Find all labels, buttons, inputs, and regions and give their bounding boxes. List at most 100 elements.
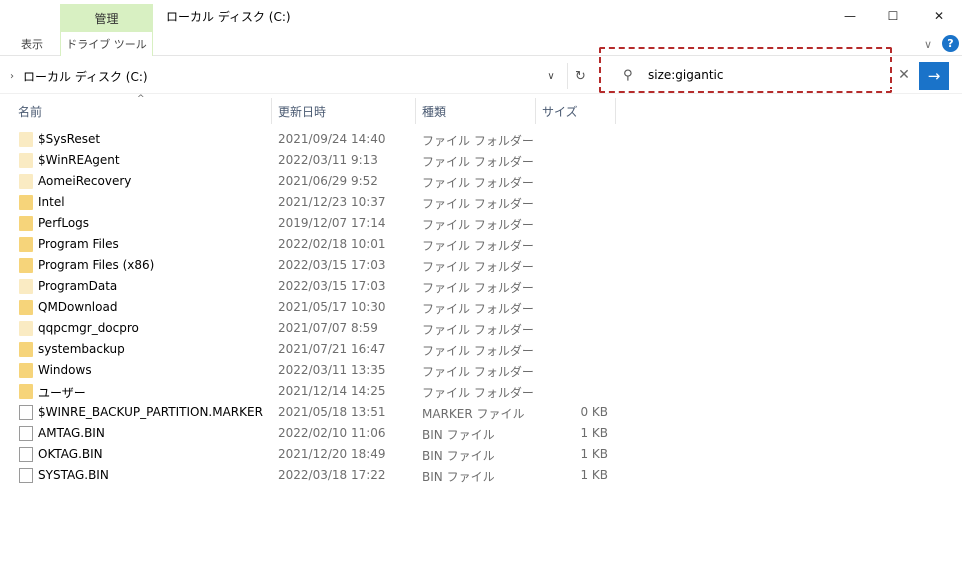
file-name: qqpcmgr_docpro bbox=[38, 321, 139, 335]
file-row[interactable]: Intel 2021/12/23 10:37 ファイル フォルダー bbox=[0, 192, 962, 213]
folder-icon bbox=[19, 363, 33, 378]
file-icon bbox=[19, 405, 33, 420]
file-date: 2022/03/11 13:35 bbox=[278, 363, 386, 377]
tab-manage[interactable]: 管理 bbox=[60, 4, 153, 32]
tab-view[interactable]: 表示 bbox=[10, 32, 54, 56]
file-type: MARKER ファイル bbox=[422, 407, 525, 421]
file-date: 2022/02/10 11:06 bbox=[278, 426, 386, 440]
column-separator[interactable] bbox=[535, 98, 536, 124]
column-header-size[interactable]: サイズ bbox=[542, 100, 612, 122]
file-row[interactable]: systembackup 2021/07/21 16:47 ファイル フォルダー bbox=[0, 339, 962, 360]
search-go-button[interactable]: → bbox=[919, 62, 949, 90]
file-name: Intel bbox=[38, 195, 65, 209]
file-row[interactable]: ProgramData 2022/03/15 17:03 ファイル フォルダー bbox=[0, 276, 962, 297]
file-type: BIN ファイル bbox=[422, 470, 495, 484]
file-name: QMDownload bbox=[38, 300, 118, 314]
folder-icon bbox=[19, 174, 33, 189]
file-date: 2022/02/18 10:01 bbox=[278, 237, 386, 251]
file-size: 0 KB bbox=[580, 405, 608, 419]
file-date: 2021/06/29 9:52 bbox=[278, 174, 378, 188]
file-name: systembackup bbox=[38, 342, 125, 356]
file-date: 2021/12/14 14:25 bbox=[278, 384, 386, 398]
folder-icon bbox=[19, 279, 33, 294]
address-path[interactable]: ローカル ディスク (C:) bbox=[23, 68, 148, 85]
file-date: 2021/12/23 10:37 bbox=[278, 195, 386, 209]
file-row[interactable]: qqpcmgr_docpro 2021/07/07 8:59 ファイル フォルダー bbox=[0, 318, 962, 339]
file-type: ファイル フォルダー bbox=[422, 218, 534, 232]
window-title: ローカル ディスク (C:) bbox=[166, 10, 291, 24]
file-row[interactable]: PerfLogs 2019/12/07 17:14 ファイル フォルダー bbox=[0, 213, 962, 234]
file-row[interactable]: Windows 2022/03/11 13:35 ファイル フォルダー bbox=[0, 360, 962, 381]
ribbon-expand-icon[interactable]: ∨ bbox=[920, 36, 936, 52]
close-button[interactable]: ✕ bbox=[916, 0, 962, 32]
file-type: ファイル フォルダー bbox=[422, 197, 534, 211]
file-name: $WINRE_BACKUP_PARTITION.MARKER bbox=[38, 405, 263, 419]
column-separator[interactable] bbox=[271, 98, 272, 124]
maximize-button[interactable]: ☐ bbox=[870, 0, 916, 32]
folder-icon bbox=[19, 237, 33, 252]
file-date: 2021/07/21 16:47 bbox=[278, 342, 386, 356]
file-row[interactable]: Program Files 2022/02/18 10:01 ファイル フォルダー bbox=[0, 234, 962, 255]
file-row[interactable]: QMDownload 2021/05/17 10:30 ファイル フォルダー bbox=[0, 297, 962, 318]
file-date: 2022/03/11 9:13 bbox=[278, 153, 378, 167]
file-name: Windows bbox=[38, 363, 92, 377]
file-type: ファイル フォルダー bbox=[422, 134, 534, 148]
file-date: 2019/12/07 17:14 bbox=[278, 216, 386, 230]
file-date: 2021/05/17 10:30 bbox=[278, 300, 386, 314]
tab-drive-tools[interactable]: ドライブ ツール bbox=[60, 32, 153, 56]
clear-search-icon[interactable]: ✕ bbox=[894, 65, 914, 85]
folder-icon bbox=[19, 342, 33, 357]
file-size: 1 KB bbox=[580, 447, 608, 461]
chevron-down-icon[interactable]: ∨ bbox=[542, 67, 560, 85]
file-date: 2021/12/20 18:49 bbox=[278, 447, 386, 461]
column-separator[interactable] bbox=[615, 98, 616, 124]
file-row[interactable]: AMTAG.BIN 2022/02/10 11:06 BIN ファイル 1 KB bbox=[0, 423, 962, 444]
file-type: ファイル フォルダー bbox=[422, 155, 534, 169]
file-row[interactable]: $SysReset 2021/09/24 14:40 ファイル フォルダー bbox=[0, 129, 962, 150]
file-name: PerfLogs bbox=[38, 216, 90, 230]
file-date: 2022/03/18 17:22 bbox=[278, 468, 386, 482]
file-row[interactable]: ユーザー 2021/12/14 14:25 ファイル フォルダー bbox=[0, 381, 962, 402]
file-type: ファイル フォルダー bbox=[422, 323, 534, 337]
file-type: ファイル フォルダー bbox=[422, 302, 534, 316]
search-input[interactable] bbox=[648, 66, 888, 84]
file-date: 2021/09/24 14:40 bbox=[278, 132, 386, 146]
folder-icon bbox=[19, 132, 33, 147]
file-type: ファイル フォルダー bbox=[422, 365, 534, 379]
file-type: ファイル フォルダー bbox=[422, 281, 534, 295]
file-size: 1 KB bbox=[580, 426, 608, 440]
file-row[interactable]: $WINRE_BACKUP_PARTITION.MARKER 2021/05/18… bbox=[0, 402, 962, 423]
file-type: ファイル フォルダー bbox=[422, 176, 534, 190]
column-header-name[interactable]: 名前 bbox=[18, 100, 268, 122]
address-bar[interactable]: › ローカル ディスク (C:) bbox=[2, 63, 565, 89]
chevron-right-icon[interactable]: › bbox=[3, 71, 21, 82]
file-type: BIN ファイル bbox=[422, 449, 495, 463]
file-row[interactable]: SYSTAG.BIN 2022/03/18 17:22 BIN ファイル 1 KB bbox=[0, 465, 962, 486]
file-name: ProgramData bbox=[38, 279, 118, 293]
refresh-icon[interactable]: ↻ bbox=[567, 63, 593, 89]
minimize-button[interactable]: — bbox=[827, 0, 873, 32]
file-type: ファイル フォルダー bbox=[422, 239, 534, 253]
file-type: ファイル フォルダー bbox=[422, 386, 534, 400]
file-name: SYSTAG.BIN bbox=[38, 468, 109, 482]
file-row[interactable]: OKTAG.BIN 2021/12/20 18:49 BIN ファイル 1 KB bbox=[0, 444, 962, 465]
column-separator[interactable] bbox=[415, 98, 416, 124]
folder-icon bbox=[19, 195, 33, 210]
search-icon: ⚲ bbox=[623, 67, 633, 83]
file-icon bbox=[19, 426, 33, 441]
file-name: $WinREAgent bbox=[38, 153, 120, 167]
file-name: AomeiRecovery bbox=[38, 174, 132, 188]
folder-icon bbox=[19, 300, 33, 315]
file-row[interactable]: $WinREAgent 2022/03/11 9:13 ファイル フォルダー bbox=[0, 150, 962, 171]
file-name: $SysReset bbox=[38, 132, 101, 146]
help-icon[interactable]: ? bbox=[942, 35, 959, 52]
folder-icon bbox=[19, 384, 33, 399]
folder-icon bbox=[19, 321, 33, 336]
file-row[interactable]: AomeiRecovery 2021/06/29 9:52 ファイル フォルダー bbox=[0, 171, 962, 192]
column-header-type[interactable]: 種類 bbox=[422, 100, 532, 122]
file-type: ファイル フォルダー bbox=[422, 260, 534, 274]
file-date: 2021/05/18 13:51 bbox=[278, 405, 386, 419]
folder-icon bbox=[19, 216, 33, 231]
column-header-date[interactable]: 更新日時 bbox=[278, 100, 408, 122]
file-row[interactable]: Program Files (x86) 2022/03/15 17:03 ファイル … bbox=[0, 255, 962, 276]
